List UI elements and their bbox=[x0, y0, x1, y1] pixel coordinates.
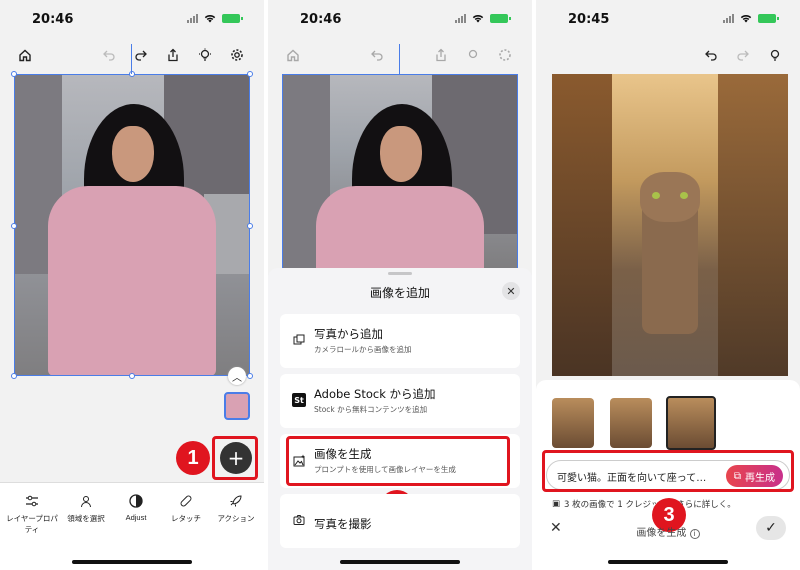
rotate-handle[interactable] bbox=[131, 44, 132, 74]
status-time: 20:46 bbox=[300, 12, 342, 27]
add-layer-button[interactable]: + bbox=[220, 442, 252, 474]
lightbulb-icon[interactable] bbox=[764, 44, 786, 66]
option-add-from-photos[interactable]: 写真から追加 カメラロールから画像を追加 bbox=[280, 314, 520, 368]
tab-select-area[interactable]: 領域を選択 bbox=[60, 493, 112, 524]
gear-icon[interactable] bbox=[226, 44, 248, 66]
tab-actions[interactable]: アクション bbox=[210, 493, 262, 524]
option-add-from-stock[interactable]: St Adobe Stock から追加 Stock から無料コンテンツを追加 bbox=[280, 374, 520, 428]
selection-box[interactable] bbox=[11, 71, 253, 379]
home-icon[interactable] bbox=[14, 44, 36, 66]
battery-icon bbox=[758, 14, 779, 23]
rocket-icon bbox=[230, 495, 242, 507]
person-select-icon bbox=[81, 496, 91, 508]
home-indicator bbox=[608, 560, 728, 564]
undo-icon bbox=[366, 44, 388, 66]
editor-toolbar bbox=[536, 44, 800, 72]
highlight-generate-option bbox=[286, 436, 510, 486]
battery-icon bbox=[222, 14, 243, 23]
screen-add-image-sheet: 20:46 画像を追加 ✕ 写真から追加 カメラロールから画像を追加 St Ad… bbox=[268, 0, 532, 570]
screen-editor: 20:46 ︿ + 1 レイヤープロパティ 領域を選択 Adjust レタッチ … bbox=[0, 0, 264, 570]
redo-icon[interactable] bbox=[732, 44, 754, 66]
gear-icon bbox=[494, 44, 516, 66]
battery-icon bbox=[490, 14, 511, 23]
share-icon bbox=[430, 44, 452, 66]
checkmark-icon: ✓ bbox=[765, 520, 777, 536]
status-icons bbox=[187, 14, 243, 23]
rotate-handle bbox=[399, 44, 400, 74]
bandage-icon bbox=[180, 495, 192, 507]
add-image-sheet: 画像を追加 ✕ 写真から追加 カメラロールから画像を追加 St Adobe St… bbox=[268, 268, 532, 570]
close-icon: ✕ bbox=[506, 284, 516, 298]
sliders-icon bbox=[26, 495, 38, 507]
camera-icon bbox=[292, 513, 306, 527]
tab-retouch[interactable]: レタッチ bbox=[160, 493, 212, 524]
screen-generate-image: 20:45 可愛い猫。正面を向いて座って… ⧉ 再生成 ▣ 3 枚の画像で 1 … bbox=[536, 0, 800, 570]
adjust-icon bbox=[129, 494, 143, 508]
editor-toolbar-dimmed bbox=[268, 44, 532, 72]
selection-box bbox=[282, 74, 518, 274]
confirm-button[interactable]: ✓ bbox=[756, 516, 786, 540]
bottom-tab-bar: レイヤープロパティ 領域を選択 Adjust レタッチ アクション bbox=[0, 482, 264, 570]
undo-icon[interactable] bbox=[700, 44, 722, 66]
sheet-grabber[interactable] bbox=[388, 272, 412, 275]
variation-thumbnail-2[interactable] bbox=[610, 398, 652, 448]
redo-icon[interactable] bbox=[130, 44, 152, 66]
close-button[interactable]: ✕ bbox=[502, 282, 520, 300]
home-indicator bbox=[340, 560, 460, 564]
lightbulb-icon bbox=[462, 44, 484, 66]
signal-icon bbox=[187, 14, 198, 23]
status-bar: 20:45 bbox=[536, 0, 800, 40]
wifi-icon bbox=[740, 15, 752, 23]
lightbulb-icon[interactable] bbox=[194, 44, 216, 66]
status-icons bbox=[723, 14, 779, 23]
status-time: 20:45 bbox=[568, 12, 610, 27]
tab-adjust[interactable]: Adjust bbox=[110, 493, 162, 522]
sheet-title: 画像を追加 bbox=[369, 286, 430, 300]
highlight-prompt-field bbox=[542, 450, 794, 492]
variation-thumbnail-1[interactable] bbox=[552, 398, 594, 448]
undo-icon[interactable] bbox=[98, 44, 120, 66]
chevron-up-icon[interactable]: ︿ bbox=[228, 367, 246, 385]
credit-icon: ▣ bbox=[552, 499, 561, 509]
wifi-icon bbox=[472, 15, 484, 23]
wifi-icon bbox=[204, 15, 216, 23]
editor-toolbar bbox=[0, 44, 264, 72]
info-icon[interactable]: i bbox=[689, 529, 700, 539]
generated-cat-image[interactable] bbox=[552, 74, 788, 376]
photos-icon bbox=[292, 333, 306, 347]
variation-thumbnail-3-selected[interactable] bbox=[666, 396, 716, 450]
option-take-photo[interactable]: 写真を撮影 bbox=[280, 494, 520, 548]
credit-info[interactable]: ▣ 3 枚の画像で 1 クレジット。さらに詳しく。 bbox=[552, 498, 736, 510]
home-icon bbox=[282, 44, 304, 66]
status-icons bbox=[455, 14, 511, 23]
layer-thumbnail[interactable] bbox=[224, 392, 250, 420]
signal-icon bbox=[455, 14, 466, 23]
adobe-stock-icon: St bbox=[292, 393, 306, 407]
status-bar: 20:46 bbox=[0, 0, 264, 40]
status-bar: 20:46 bbox=[268, 0, 532, 40]
step-badge-1: 1 bbox=[176, 441, 210, 475]
cat-head bbox=[640, 172, 700, 222]
status-time: 20:46 bbox=[32, 12, 74, 27]
generation-panel: 可愛い猫。正面を向いて座って… ⧉ 再生成 ▣ 3 枚の画像で 1 クレジット。… bbox=[536, 380, 800, 570]
home-indicator bbox=[72, 560, 192, 564]
signal-icon bbox=[723, 14, 734, 23]
tab-layer-properties[interactable]: レイヤープロパティ bbox=[6, 493, 58, 535]
share-icon[interactable] bbox=[162, 44, 184, 66]
